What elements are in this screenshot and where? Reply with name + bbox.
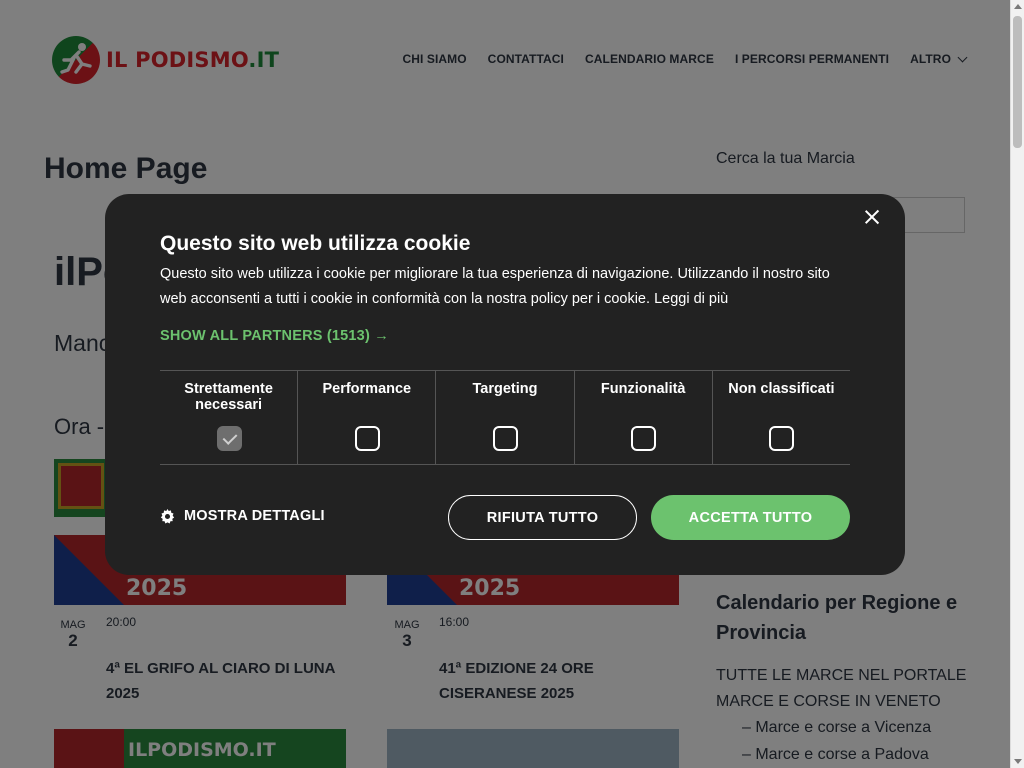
page-scrollbar[interactable] [1010,0,1024,768]
read-more-link[interactable]: Leggi di più [654,291,728,307]
category-label: Targeting [472,381,538,397]
category-label: Performance [322,381,412,397]
category-label: Strettamente necessari [184,381,273,413]
scroll-down-arrow-icon[interactable] [1014,759,1022,764]
category-unclassified: Non classificati [713,371,850,464]
category-targeting: Targeting [436,371,575,464]
cookie-title: Questo sito web utilizza cookie [160,232,471,255]
category-checkbox-performance[interactable] [354,426,380,451]
category-functionality: Funzionalità [575,371,713,464]
cookie-consent-dialog: Questo sito web utilizza cookie Questo s… [105,194,905,575]
cookie-categories: Strettamente necessari Performance Targe… [160,370,850,465]
category-checkbox-strictly-necessary [216,426,242,451]
reject-all-button[interactable]: RIFIUTA TUTTO [448,495,637,540]
category-label: Non classificati [728,381,835,397]
category-label: Funzionalità [600,381,686,397]
show-details-label: MOSTRA DETTAGLI [184,508,325,524]
accept-all-button[interactable]: ACCETTA TUTTO [651,495,850,540]
category-checkbox-targeting[interactable] [493,426,518,451]
category-performance: Performance [298,371,437,464]
gear-icon [160,508,175,524]
scroll-up-arrow-icon[interactable] [1014,4,1022,9]
show-all-partners-link[interactable]: SHOW ALL PARTNERS (1513) → [160,328,389,344]
cookie-description: Questo sito web utilizza i cookie per mi… [160,262,860,312]
scroll-thumb[interactable] [1013,16,1022,148]
show-details-button[interactable]: MOSTRA DETTAGLI [160,508,325,524]
category-strictly-necessary: Strettamente necessari [160,371,299,464]
category-checkbox-unclassified[interactable] [769,426,795,451]
cookie-description-text: Questo sito web utilizza i cookie per mi… [160,266,830,307]
category-checkbox-functionality[interactable] [631,426,657,451]
close-icon[interactable] [863,208,881,226]
